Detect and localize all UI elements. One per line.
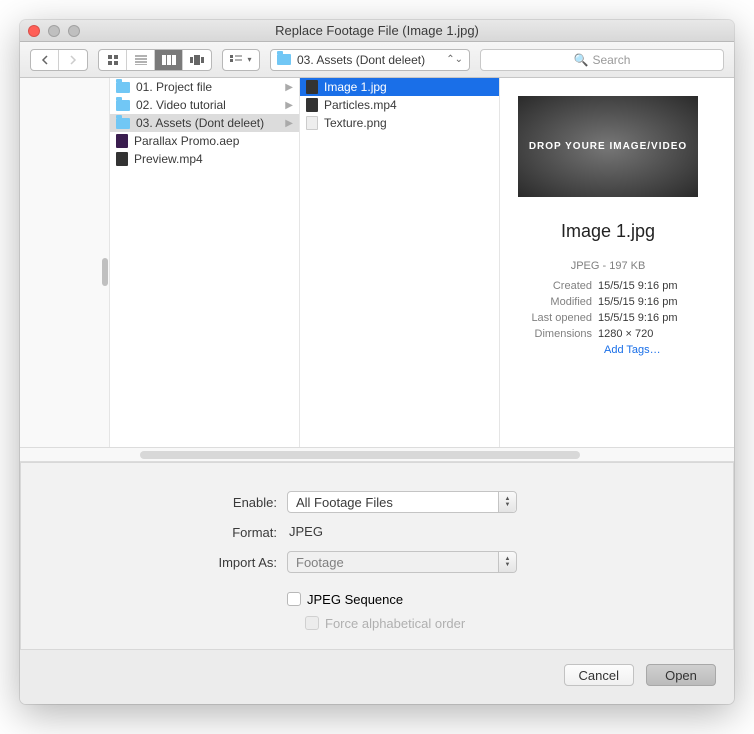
- enable-value: All Footage Files: [296, 495, 393, 510]
- window-title: Replace Footage File (Image 1.jpg): [20, 23, 734, 38]
- file-label: 03. Assets (Dont deleet): [136, 116, 264, 130]
- force-alpha-checkbox-row: Force alphabetical order: [287, 611, 465, 635]
- chevron-right-icon: ▶: [285, 100, 293, 111]
- column-1: 01. Project file▶02. Video tutorial▶03. …: [110, 78, 300, 447]
- meta-value: 1280 × 720: [598, 326, 653, 342]
- file-icon: [306, 116, 318, 130]
- zoom-window-button: [68, 25, 80, 37]
- nav-back-button[interactable]: [31, 50, 59, 70]
- preview-filetype: JPEG - 197 KB: [518, 260, 698, 272]
- jpeg-sequence-checkbox-row[interactable]: JPEG Sequence: [287, 587, 403, 611]
- meta-label: Last opened: [518, 310, 598, 326]
- nav-back-forward: [30, 49, 88, 71]
- folder-icon: [116, 100, 130, 111]
- file-row[interactable]: 02. Video tutorial ▶: [110, 96, 299, 114]
- folder-icon: [277, 54, 291, 65]
- meta-value: 15/5/15 9:16 pm: [598, 310, 678, 326]
- file-label: Image 1.jpg: [324, 80, 387, 94]
- file-row[interactable]: Parallax Promo.aep: [110, 132, 299, 150]
- arrange-button[interactable]: ▾: [223, 50, 259, 70]
- titlebar: Replace Footage File (Image 1.jpg): [20, 20, 734, 42]
- search-icon: 🔍: [574, 53, 589, 67]
- file-row[interactable]: Preview.mp4: [110, 150, 299, 168]
- preview-pane: DROP YOURE IMAGE/VIDEO Image 1.jpg JPEG …: [500, 78, 734, 447]
- chevron-right-icon: ▶: [285, 82, 293, 93]
- file-row[interactable]: 01. Project file ▶: [110, 78, 299, 96]
- enable-label: Enable:: [51, 495, 287, 510]
- importas-dropdown[interactable]: Footage ▲▼: [287, 551, 517, 573]
- file-label: 01. Project file: [136, 80, 212, 94]
- meta-row: Last opened15/5/15 9:16 pm: [518, 310, 698, 326]
- view-coverflow-button[interactable]: [183, 50, 211, 70]
- force-alpha-label: Force alphabetical order: [325, 616, 465, 631]
- horizontal-scrollbar[interactable]: [20, 448, 734, 462]
- file-label: Particles.mp4: [324, 98, 397, 112]
- sidebar-gutter: [20, 78, 110, 447]
- minimize-window-button: [48, 25, 60, 37]
- file-row[interactable]: Particles.mp4: [300, 96, 499, 114]
- file-icon: [116, 152, 128, 166]
- meta-label: Dimensions: [518, 326, 598, 342]
- chevron-updown-icon: ⌃⌄: [446, 54, 463, 65]
- importas-value: Footage: [296, 555, 344, 570]
- file-label: 02. Video tutorial: [136, 98, 226, 112]
- file-icon: [306, 98, 318, 112]
- add-tags-link[interactable]: Add Tags…: [518, 344, 698, 356]
- view-icons-button[interactable]: [99, 50, 127, 70]
- file-row[interactable]: Image 1.jpg: [300, 78, 499, 96]
- jpeg-sequence-label: JPEG Sequence: [307, 592, 403, 607]
- enable-dropdown[interactable]: All Footage Files ▲▼: [287, 491, 517, 513]
- stepper-icon: ▲▼: [498, 492, 516, 512]
- file-icon: [116, 134, 128, 148]
- close-window-button[interactable]: [28, 25, 40, 37]
- options-panel: Enable: All Footage Files ▲▼ Format: JPE…: [20, 462, 734, 650]
- search-placeholder: Search: [592, 53, 630, 67]
- view-columns-button[interactable]: [155, 50, 183, 70]
- preview-filename: Image 1.jpg: [518, 221, 698, 242]
- format-label: Format:: [51, 525, 287, 540]
- preview-placeholder-text: DROP YOURE IMAGE/VIDEO: [529, 141, 687, 152]
- open-button[interactable]: Open: [646, 664, 716, 686]
- meta-row: Modified15/5/15 9:16 pm: [518, 294, 698, 310]
- folder-icon: [116, 118, 130, 129]
- meta-value: 15/5/15 9:16 pm: [598, 294, 678, 310]
- search-input[interactable]: 🔍 Search: [480, 49, 724, 71]
- toolbar: ▾ 03. Assets (Dont deleet) ⌃⌄ 🔍 Search: [20, 42, 734, 78]
- meta-row: Created15/5/15 9:16 pm: [518, 278, 698, 294]
- file-row[interactable]: Texture.png: [300, 114, 499, 132]
- format-value: JPEG: [287, 524, 323, 539]
- meta-row: Dimensions1280 × 720: [518, 326, 698, 342]
- view-list-button[interactable]: [127, 50, 155, 70]
- file-icon: [306, 80, 318, 94]
- meta-value: 15/5/15 9:16 pm: [598, 278, 678, 294]
- dialog-window: Replace Footage File (Image 1.jpg): [20, 20, 734, 704]
- stepper-icon: ▲▼: [498, 552, 516, 572]
- checkbox-icon: [305, 616, 319, 630]
- preview-metadata: Created15/5/15 9:16 pmModified15/5/15 9:…: [518, 278, 698, 342]
- view-mode-group: [98, 49, 212, 71]
- chevron-right-icon: ▶: [285, 118, 293, 129]
- nav-forward-button[interactable]: [59, 50, 87, 70]
- hscroll-thumb[interactable]: [140, 451, 580, 459]
- path-label: 03. Assets (Dont deleet): [297, 53, 425, 67]
- column-2: Image 1.jpg Particles.mp4 Texture.png: [300, 78, 500, 447]
- importas-label: Import As:: [51, 555, 287, 570]
- meta-label: Created: [518, 278, 598, 294]
- cancel-button[interactable]: Cancel: [564, 664, 634, 686]
- file-label: Parallax Promo.aep: [134, 134, 239, 148]
- traffic-lights: [28, 25, 80, 37]
- file-label: Texture.png: [324, 116, 387, 130]
- folder-icon: [116, 82, 130, 93]
- meta-label: Modified: [518, 294, 598, 310]
- scrollbar-thumb[interactable]: [102, 258, 108, 286]
- preview-thumbnail: DROP YOURE IMAGE/VIDEO: [518, 96, 698, 197]
- file-row[interactable]: 03. Assets (Dont deleet) ▶: [110, 114, 299, 132]
- file-browser: 01. Project file▶02. Video tutorial▶03. …: [20, 78, 734, 448]
- arrange-group: ▾: [222, 49, 260, 71]
- dialog-footer: Cancel Open: [20, 650, 734, 704]
- checkbox-icon[interactable]: [287, 592, 301, 606]
- file-label: Preview.mp4: [134, 152, 203, 166]
- path-dropdown[interactable]: 03. Assets (Dont deleet) ⌃⌄: [270, 49, 470, 71]
